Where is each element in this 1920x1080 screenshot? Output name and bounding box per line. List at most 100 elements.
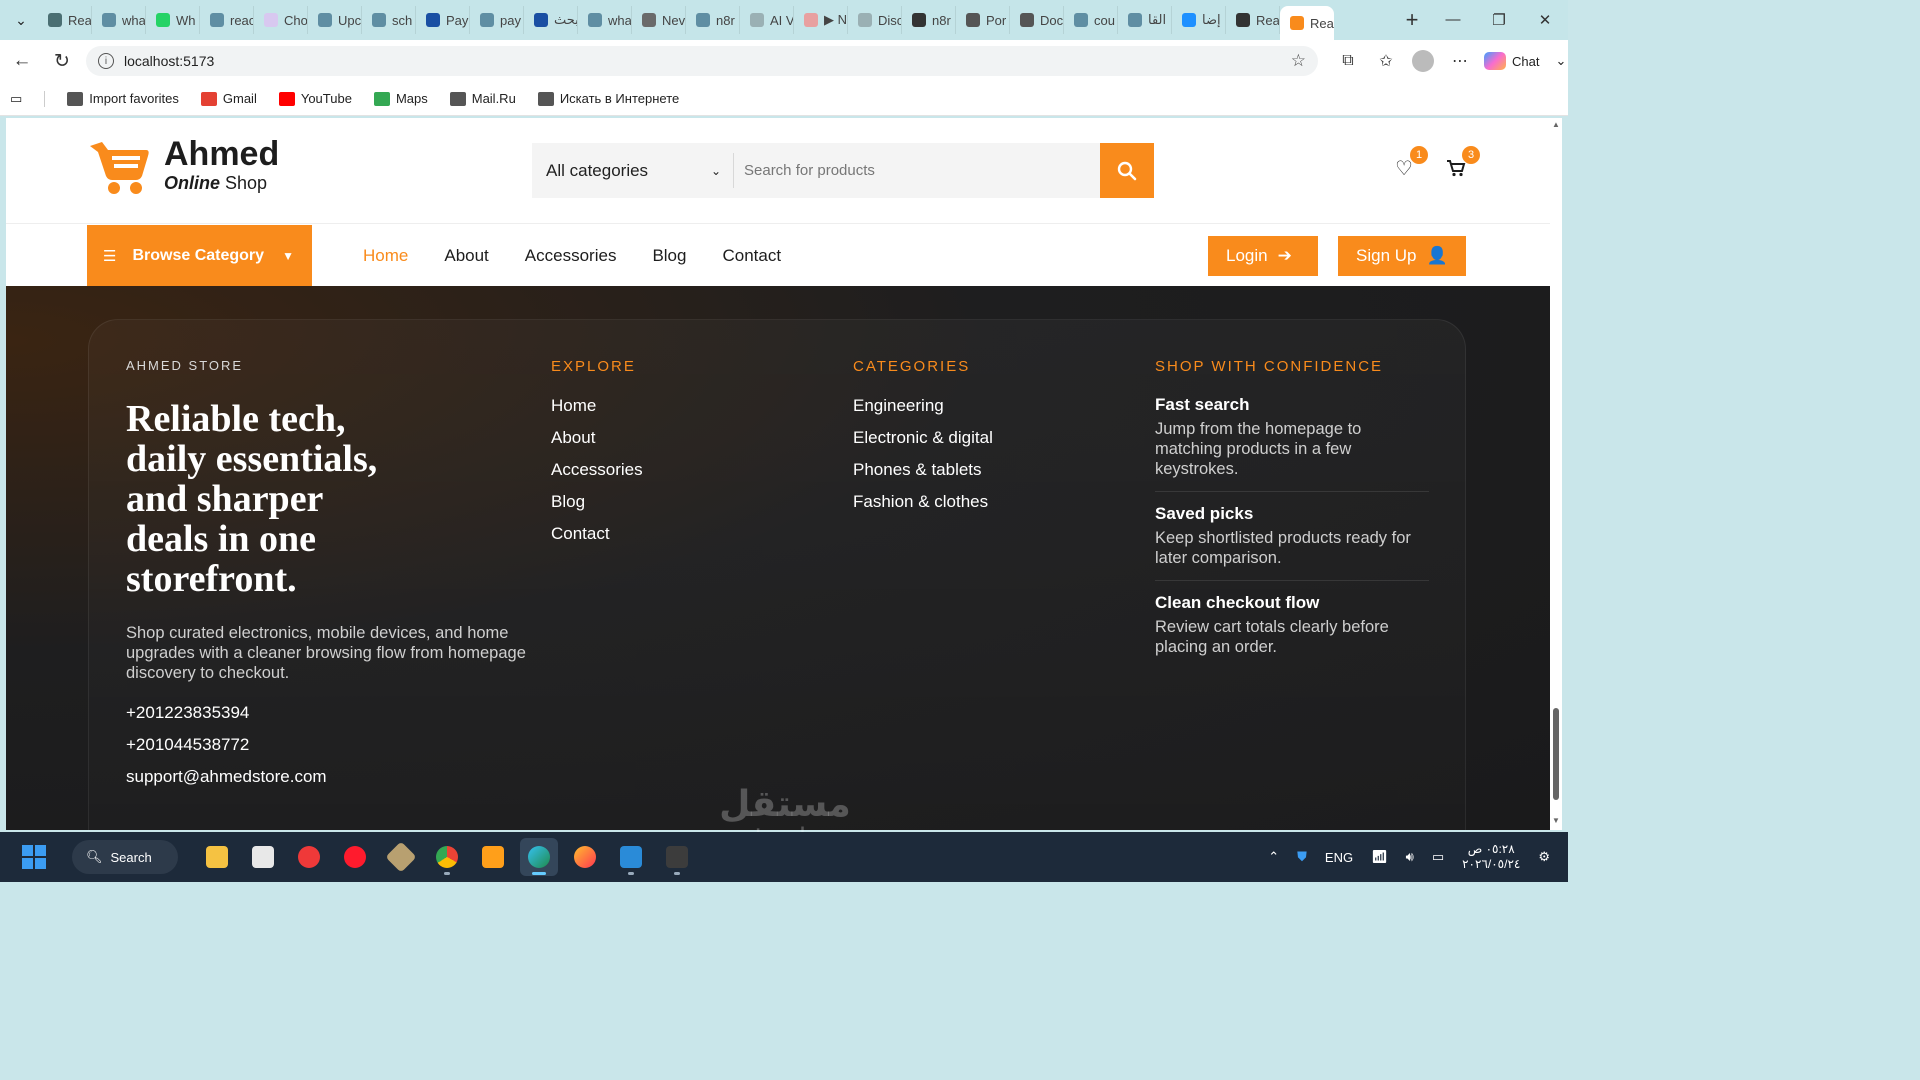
search-button[interactable] bbox=[1100, 143, 1154, 198]
browser-tab[interactable]: ▶ N bbox=[794, 6, 848, 34]
browser-tab[interactable]: Disc bbox=[848, 6, 902, 34]
chevron-up-icon[interactable]: ⌃ bbox=[1268, 849, 1279, 865]
bookmark-item[interactable]: YouTube bbox=[278, 91, 352, 106]
nav-link-contact[interactable]: Contact bbox=[722, 246, 781, 266]
restore-button[interactable]: ❐ bbox=[1476, 11, 1522, 29]
footer-category-link[interactable]: Engineering bbox=[853, 395, 993, 427]
minimize-button[interactable]: — bbox=[1430, 11, 1476, 29]
footer-explore-link[interactable]: About bbox=[551, 427, 643, 459]
email-link[interactable]: support@ahmedstore.com bbox=[126, 761, 526, 793]
browser-tab[interactable]: n8r bbox=[902, 6, 956, 34]
browser-tab[interactable]: Wh bbox=[146, 6, 200, 34]
uc-browser-app[interactable] bbox=[474, 838, 512, 876]
language-indicator[interactable]: ENG bbox=[1325, 850, 1353, 865]
cart-button[interactable]: 3 bbox=[1444, 146, 1480, 180]
vivaldi-app[interactable] bbox=[290, 838, 328, 876]
chrome-app[interactable] bbox=[428, 838, 466, 876]
nav-link-accessories[interactable]: Accessories bbox=[525, 246, 617, 266]
footer-explore-link[interactable]: Blog bbox=[551, 491, 643, 523]
new-tab-button[interactable]: + bbox=[1394, 5, 1430, 35]
browser-tab[interactable]: Nev bbox=[632, 6, 686, 34]
back-button[interactable]: ← bbox=[4, 43, 40, 79]
browser-tab[interactable]: cou bbox=[1064, 6, 1118, 34]
clock[interactable]: ٠٥:٢٨ ص ٢٠٢٦/٠٥/٢٤ bbox=[1462, 842, 1520, 872]
wifi-icon[interactable]: 📶︎ bbox=[1371, 849, 1388, 865]
volume-icon[interactable]: 🔊︎ bbox=[1406, 849, 1414, 865]
refresh-button[interactable]: ↻ bbox=[44, 43, 80, 79]
browser-tab-active[interactable]: Rea✕ bbox=[1280, 6, 1334, 40]
scroll-down-arrow[interactable]: ▼ bbox=[1552, 816, 1560, 825]
browser-tab[interactable]: AI V bbox=[740, 6, 794, 34]
store-app[interactable] bbox=[244, 838, 282, 876]
nav-link-about[interactable]: About bbox=[444, 246, 488, 266]
nav-link-blog[interactable]: Blog bbox=[652, 246, 686, 266]
scroll-up-arrow[interactable]: ▲ bbox=[1552, 120, 1560, 129]
browser-tab[interactable]: Cho bbox=[254, 6, 308, 34]
chevron-down-icon: ⌄ bbox=[710, 163, 721, 178]
notifications-icon[interactable]: ⚙ bbox=[1538, 849, 1550, 865]
browser-tab[interactable]: Por bbox=[956, 6, 1010, 34]
category-select[interactable]: All categories ⌄ bbox=[532, 153, 734, 188]
login-button[interactable]: Login ➔ bbox=[1208, 236, 1318, 276]
browser-tab[interactable]: Rea bbox=[1226, 6, 1280, 34]
browser-tab[interactable]: إضا bbox=[1172, 6, 1226, 34]
battery-icon[interactable]: ▭ bbox=[1432, 849, 1444, 865]
terminal-app[interactable] bbox=[658, 838, 696, 876]
extensions-icon[interactable]: ⧉ bbox=[1332, 45, 1364, 77]
browser-tab[interactable]: Upc bbox=[308, 6, 362, 34]
browser-tab[interactable]: pay bbox=[470, 6, 524, 34]
browse-category-button[interactable]: ☰ Browse Category ▼ bbox=[87, 225, 312, 286]
profile-avatar[interactable] bbox=[1412, 50, 1434, 72]
page-scrollbar[interactable]: ▲ ▼ bbox=[1550, 118, 1562, 830]
nav-link-home[interactable]: Home bbox=[363, 246, 408, 266]
browser-tab[interactable]: sch bbox=[362, 6, 416, 34]
footer-explore-link[interactable]: Contact bbox=[551, 523, 643, 555]
browser-tab[interactable]: القا bbox=[1118, 6, 1172, 34]
browser-tab[interactable]: wha bbox=[578, 6, 632, 34]
browser-tab[interactable]: wha bbox=[92, 6, 146, 34]
footer-category-link[interactable]: Electronic & digital bbox=[853, 427, 993, 459]
file-explorer-app[interactable] bbox=[198, 838, 236, 876]
phone-link[interactable]: +201223835394 bbox=[126, 697, 526, 729]
favorite-star-icon[interactable]: ☆ bbox=[1291, 51, 1306, 71]
more-menu-icon[interactable]: ⋯ bbox=[1444, 45, 1476, 77]
bookmark-item[interactable]: Mail.Ru bbox=[449, 91, 516, 106]
site-info-icon[interactable]: i bbox=[98, 53, 114, 69]
footer-category-link[interactable]: Phones & tablets bbox=[853, 459, 993, 491]
edge-app[interactable] bbox=[520, 838, 558, 876]
bookmark-item[interactable]: Maps bbox=[373, 91, 428, 106]
url-field[interactable]: i localhost:5173 ☆ bbox=[86, 46, 1318, 76]
search-input[interactable]: Search for products bbox=[734, 143, 1100, 198]
tab-title: Rea bbox=[68, 12, 92, 28]
defender-icon[interactable]: ⛊ bbox=[1297, 849, 1307, 865]
bookmark-item[interactable]: Искать в Интернете bbox=[537, 91, 679, 106]
browser-tab[interactable]: reac bbox=[200, 6, 254, 34]
browser-tab[interactable]: ابحث bbox=[524, 6, 578, 34]
footer-explore-link[interactable]: Accessories bbox=[551, 459, 643, 491]
windows-start-button[interactable] bbox=[22, 845, 46, 869]
vscode-app[interactable] bbox=[612, 838, 650, 876]
bookmark-item[interactable]: Gmail bbox=[200, 91, 257, 106]
browser-tab[interactable]: Rea bbox=[38, 6, 92, 34]
browser-tab[interactable]: Doc bbox=[1010, 6, 1064, 34]
browser-tab[interactable]: Pay bbox=[416, 6, 470, 34]
copilot-chat-button[interactable]: Chat ⌄ bbox=[1484, 52, 1566, 70]
git-app[interactable] bbox=[382, 838, 420, 876]
phone-link[interactable]: +201044538772 bbox=[126, 729, 526, 761]
taskbar-search[interactable]: 🔍︎ Search bbox=[72, 840, 178, 874]
tab-search-button[interactable]: ▭ bbox=[10, 91, 22, 107]
signup-button[interactable]: Sign Up 👤 bbox=[1338, 236, 1466, 276]
close-window-button[interactable]: ✕ bbox=[1522, 11, 1568, 29]
tab-actions-menu-button[interactable]: ⌄ bbox=[4, 5, 38, 35]
site-logo[interactable]: Ahmed Online Shop bbox=[86, 132, 279, 198]
browser-tab[interactable]: n8r bbox=[686, 6, 740, 34]
footer-explore-link[interactable]: Home bbox=[551, 395, 643, 427]
bookmarks-bar: ▭ Import favorites Gmail YouTube Maps Mail.R… bbox=[0, 82, 1568, 116]
opera-app[interactable] bbox=[336, 838, 374, 876]
bookmark-item[interactable]: Import favorites bbox=[67, 91, 179, 106]
favorites-icon[interactable]: ✩ bbox=[1370, 45, 1402, 77]
firefox-app[interactable] bbox=[566, 838, 604, 876]
scrollbar-thumb[interactable] bbox=[1553, 708, 1559, 800]
footer-category-link[interactable]: Fashion & clothes bbox=[853, 491, 993, 523]
wishlist-button[interactable]: ♡ 1 bbox=[1392, 146, 1428, 180]
